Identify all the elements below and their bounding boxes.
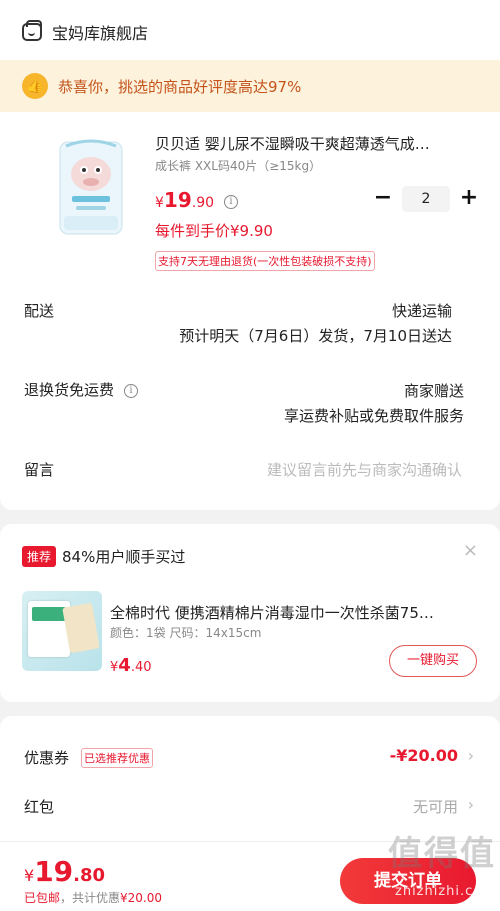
order-card: 宝妈库旗舰店 👍 恭喜你，挑选的商品好评度高达97% 贝贝适 婴儿尿不湿瞬吸干爽… [0,0,500,510]
recommend-headline: 84%用户顺手买过 [62,548,186,566]
quick-buy-button[interactable]: 一键购买 [389,645,477,677]
return-fee-row: 退换货免运费 i [24,379,139,400]
red-packet-value[interactable]: 无可用 [413,796,458,817]
return-policy-badge: 支持7天无理由退货(一次性包装破损不支持) [155,251,375,271]
close-icon[interactable]: × [463,540,478,561]
coupon-label: 优惠券 [24,749,70,767]
chevron-right-icon[interactable]: › [468,795,474,814]
savings-summary: 已包邮，共计优惠¥20.00 [24,889,162,906]
price-decimal: .90 [191,195,215,211]
recommend-product-image[interactable] [22,591,102,671]
product-image[interactable] [56,132,126,240]
product-spec[interactable]: 成长裤 XXL码40片（≥15kg） [155,157,321,174]
return-fee-label: 退换货免运费 [24,381,115,399]
recommend-product-price: ¥ 4 .40 [110,655,152,676]
savings-amount: ¥20.00 [120,891,163,905]
price-symbol: ¥ [155,195,164,211]
chevron-right-icon[interactable]: › [468,746,474,765]
info-icon[interactable]: i [124,383,139,398]
price-integer: 4 [118,655,131,676]
watermark: 值得值 [388,834,496,874]
quantity-stepper: − 2 + [372,186,480,212]
product-title[interactable]: 贝贝适 婴儿尿不湿瞬吸干爽超薄透气成… [155,133,475,154]
info-icon[interactable]: i [224,194,239,209]
coupon-tag: 已选推荐优惠 [81,748,153,768]
price-symbol: ¥ [24,866,35,885]
recommend-tag: 推荐 [22,546,57,567]
delivery-method[interactable]: 快递运输 [392,300,452,321]
price-decimal: .80 [73,865,106,886]
plus-button[interactable]: + [458,187,480,211]
rating-banner: 👍 恭喜你，挑选的商品好评度高达97% [0,60,500,112]
return-fee-value: 商家赠送 [403,382,464,400]
red-packet-label: 红包 [24,798,55,816]
price-integer: 19 [163,188,192,212]
recommend-product-spec: 颜色：1袋 尺码：14x15cm [110,626,262,640]
price-symbol: ¥ [110,660,119,675]
shop-icon [22,20,42,41]
total-price: ¥ 19 .80 [24,855,105,888]
savings-prefix: ，共计优惠 [60,891,121,905]
coupon-value[interactable]: -¥20.00 [390,746,458,765]
message-input[interactable]: 建议留言前先与商家沟通确认 [267,459,462,480]
delivery-label: 配送 [24,302,55,320]
shop-name: 宝妈库旗舰店 [52,24,149,43]
message-label: 留言 [24,461,55,479]
watermark-url: zhizhizhi.com [395,884,496,899]
unit-price: 每件到手价¥9.90 [155,222,273,240]
thumbs-up-icon: 👍 [22,73,48,99]
recommend-product-title[interactable]: 全棉时代 便携酒精棉片消毒湿巾一次性杀菌75… [110,602,478,623]
shop-header[interactable]: 宝妈库旗舰店 [22,16,148,48]
quantity-input[interactable]: 2 [402,186,450,212]
product-price: ¥ 19 .90 i [155,188,239,212]
shipping-note: 已包邮 [24,891,61,905]
price-decimal: .40 [130,660,152,675]
price-integer: 19 [34,855,74,888]
return-fee-service: 享运费补贴或免费取件服务 [283,407,464,425]
delivery-eta: 预计明天（7月6日）发货，7月10日送达 [179,327,452,345]
minus-button[interactable]: − [372,187,394,211]
rating-banner-text: 恭喜你，挑选的商品好评度高达97% [58,77,302,96]
